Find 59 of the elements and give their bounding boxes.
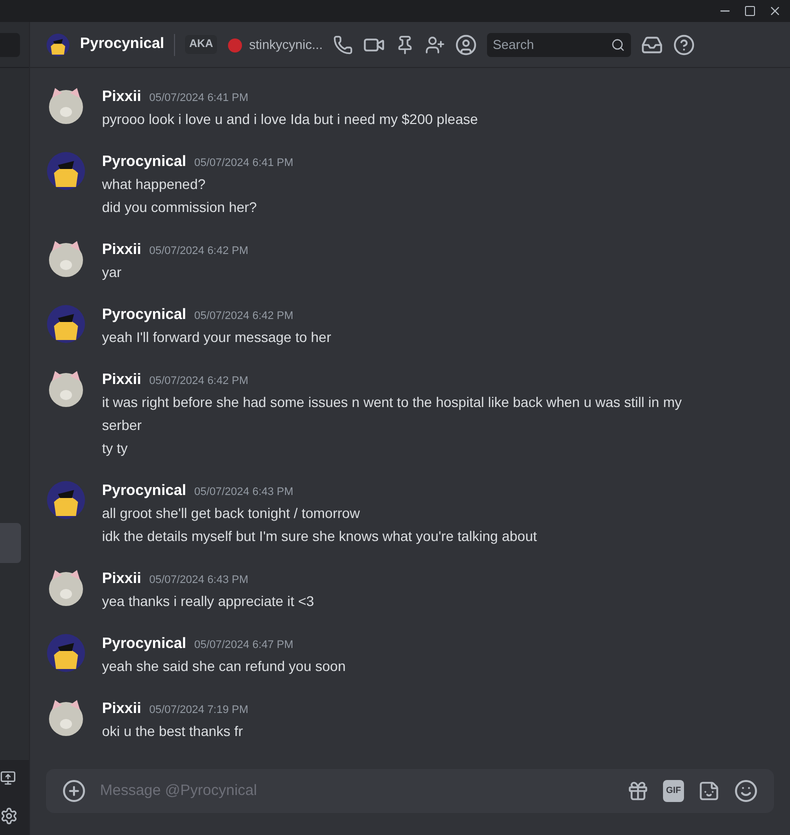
avatar <box>46 698 86 738</box>
search-field[interactable]: Search <box>486 32 631 56</box>
add-friend-icon[interactable] <box>424 34 445 54</box>
author-name[interactable]: Pyrocynical <box>102 480 186 502</box>
author-name[interactable]: Pyrocynical <box>102 633 186 656</box>
author-name[interactable]: Pixxii <box>102 568 142 590</box>
help-icon[interactable] <box>672 34 695 56</box>
avatar <box>46 86 86 126</box>
message-text: idk the details myself but I'm sure she knows what you're talking about <box>102 527 537 546</box>
message-text: all groot she'll get back tonight / tomorrow <box>102 504 361 523</box>
timestamp: 05/07/2024 6:47 PM <box>194 638 294 653</box>
avatar <box>46 369 86 409</box>
user-avatar <box>46 32 70 56</box>
timestamp: 05/07/2024 6:43 PM <box>149 573 248 588</box>
alias-text: stinkycynic... <box>249 36 323 54</box>
message-text: yeah she said she can refund you soon <box>102 657 346 676</box>
call-icon[interactable] <box>332 34 353 54</box>
search-icon[interactable] <box>610 38 625 52</box>
close-icon[interactable] <box>768 4 782 18</box>
timestamp: 05/07/2024 7:19 PM <box>149 703 248 718</box>
author-name[interactable]: Pyrocynical <box>102 151 186 174</box>
avatar <box>46 480 86 520</box>
message-text: ty ty <box>102 439 129 458</box>
message-text: did you commission her? <box>102 198 258 217</box>
profile-icon[interactable] <box>454 34 477 56</box>
author-name[interactable]: Pixxii <box>102 369 142 392</box>
composer-bar[interactable]: Message @Pyrocynical GIF <box>46 769 774 813</box>
message-text: yar <box>102 263 122 282</box>
timestamp: 05/07/2024 6:41 PM <box>194 156 294 171</box>
aka-tag: AKA <box>185 35 218 54</box>
message-field[interactable]: Message @Pyrocynical <box>100 780 613 802</box>
add-icon[interactable] <box>62 779 86 803</box>
author-name[interactable]: Pixxii <box>102 86 142 108</box>
gift-icon[interactable] <box>627 780 649 802</box>
message-text: oki u the best thanks fr <box>102 722 244 741</box>
settings-icon[interactable] <box>0 806 18 825</box>
timestamp: 05/07/2024 6:42 PM <box>149 244 248 259</box>
screen-share-icon[interactable] <box>0 770 16 786</box>
avatar <box>46 568 86 608</box>
maximize-icon[interactable] <box>744 5 756 17</box>
header-name: Pyrocynical <box>80 34 164 54</box>
timestamp: 05/07/2024 6:42 PM <box>194 309 294 324</box>
message-text: yeah I'll forward your message to her <box>102 328 332 347</box>
gif-button[interactable]: GIF <box>663 780 684 802</box>
message-text: yea thanks i really appreciate it <3 <box>102 592 314 611</box>
author-name[interactable]: Pixxii <box>102 239 142 262</box>
message-text: pyrooo look i love u and i love Ida but i need my $200 please <box>102 110 478 129</box>
emoji-icon[interactable] <box>734 779 758 803</box>
author-name[interactable]: Pyrocynical <box>102 304 186 326</box>
message-text: what happened? <box>102 175 207 194</box>
avatar <box>46 239 86 279</box>
avatar <box>46 633 86 673</box>
avatar <box>46 304 86 344</box>
timestamp: 05/07/2024 6:43 PM <box>194 485 294 500</box>
avatar <box>46 151 86 191</box>
author-name[interactable]: Pixxii <box>102 698 142 720</box>
timestamp: 05/07/2024 6:41 PM <box>149 91 248 106</box>
sticker-icon[interactable] <box>698 780 720 802</box>
timestamp: 05/07/2024 6:42 PM <box>149 374 248 389</box>
